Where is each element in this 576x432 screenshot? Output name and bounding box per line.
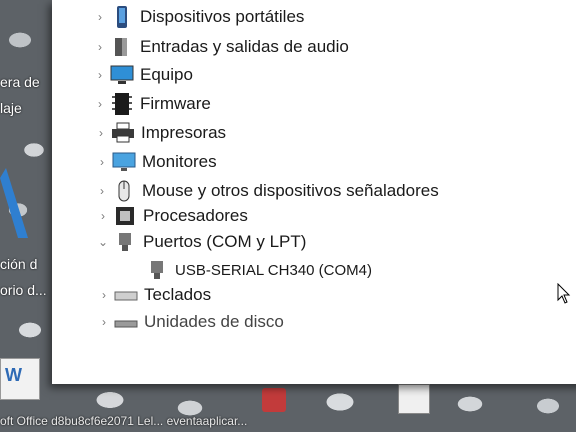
chevron-right-icon[interactable]: › [94, 315, 114, 329]
tree-item-label: Mouse y otros dispositivos señaladores [142, 181, 439, 200]
chevron-right-icon[interactable]: › [90, 68, 110, 82]
tree-item-label: Puertos (COM y LPT) [143, 232, 307, 251]
tree-item-label: Equipo [140, 65, 193, 84]
desktop-icon-label[interactable]: orio d... [0, 282, 47, 298]
tree-item-firmware[interactable]: › Firmware [90, 91, 211, 117]
portable-device-icon [117, 6, 127, 28]
word-document-icon[interactable]: W [0, 358, 40, 400]
mouse-icon [118, 180, 130, 202]
tree-item-label: Monitores [142, 152, 217, 171]
firmware-icon [112, 93, 132, 115]
chevron-right-icon[interactable]: › [90, 40, 110, 54]
tree-item-computer[interactable]: › Equipo [90, 62, 193, 88]
chevron-right-icon[interactable]: › [93, 209, 113, 223]
mouse-pointer-icon [557, 283, 571, 304]
taskbar-app-icon[interactable] [262, 388, 286, 412]
processor-icon [116, 207, 134, 225]
keyboard-icon [114, 291, 138, 301]
tree-item-label: Entradas y salidas de audio [140, 37, 349, 56]
taskbar-app-icon[interactable] [398, 384, 430, 414]
tree-item-portable-devices[interactable]: › Dispositivos portátiles [90, 4, 304, 30]
port-icon [151, 261, 163, 279]
chevron-right-icon[interactable]: › [90, 10, 110, 24]
desktop-icon-label[interactable]: laje [0, 100, 22, 116]
tree-item-disk-drives[interactable]: › Unidades de disco [94, 309, 284, 335]
desktop-icon-label[interactable]: ción d [0, 256, 37, 272]
tree-item-audio[interactable]: › Entradas y salidas de audio [90, 34, 349, 60]
tree-item-keyboards[interactable]: › Teclados [94, 282, 211, 308]
chevron-down-icon[interactable]: ⌄ [93, 235, 113, 249]
tree-item-label: Firmware [140, 94, 211, 113]
chevron-right-icon[interactable]: › [94, 288, 114, 302]
tree-item-usb-serial-ch340[interactable]: USB-SERIAL CH340 (COM4) [145, 257, 372, 283]
taskbar-labels: oft Office d8bu8cf6e2071 Lel... eventaap… [0, 414, 248, 428]
tree-item-processors[interactable]: › Procesadores [93, 203, 248, 229]
chevron-right-icon[interactable]: › [91, 126, 111, 140]
tree-item-label: Procesadores [143, 206, 248, 225]
device-manager-window: › Dispositivos portátiles › Entradas y s… [52, 0, 576, 384]
tree-item-mouse[interactable]: › Mouse y otros dispositivos señaladores [92, 178, 439, 204]
disk-drive-icon [114, 320, 138, 328]
tree-item-label: USB-SERIAL CH340 (COM4) [175, 261, 372, 279]
tree-item-label: Dispositivos portátiles [140, 7, 305, 26]
computer-icon [110, 65, 134, 84]
app-logo-icon [0, 168, 28, 238]
tree-item-label: Teclados [144, 285, 212, 304]
tree-item-printers[interactable]: › Impresoras [91, 120, 226, 146]
chevron-right-icon[interactable]: › [92, 184, 112, 198]
tree-item-label: Impresoras [141, 123, 227, 142]
desktop-icon-label[interactable]: era de [0, 74, 40, 90]
chevron-right-icon[interactable]: › [90, 97, 110, 111]
tree-item-monitors[interactable]: › Monitores [92, 149, 217, 175]
tree-item-ports[interactable]: ⌄ Puertos (COM y LPT) [93, 229, 306, 255]
monitor-icon [112, 152, 136, 171]
printer-icon [112, 122, 134, 143]
chevron-right-icon[interactable]: › [92, 155, 112, 169]
port-icon [119, 233, 131, 251]
speaker-icon [115, 38, 127, 56]
tree-item-label: Unidades de disco [144, 312, 284, 331]
